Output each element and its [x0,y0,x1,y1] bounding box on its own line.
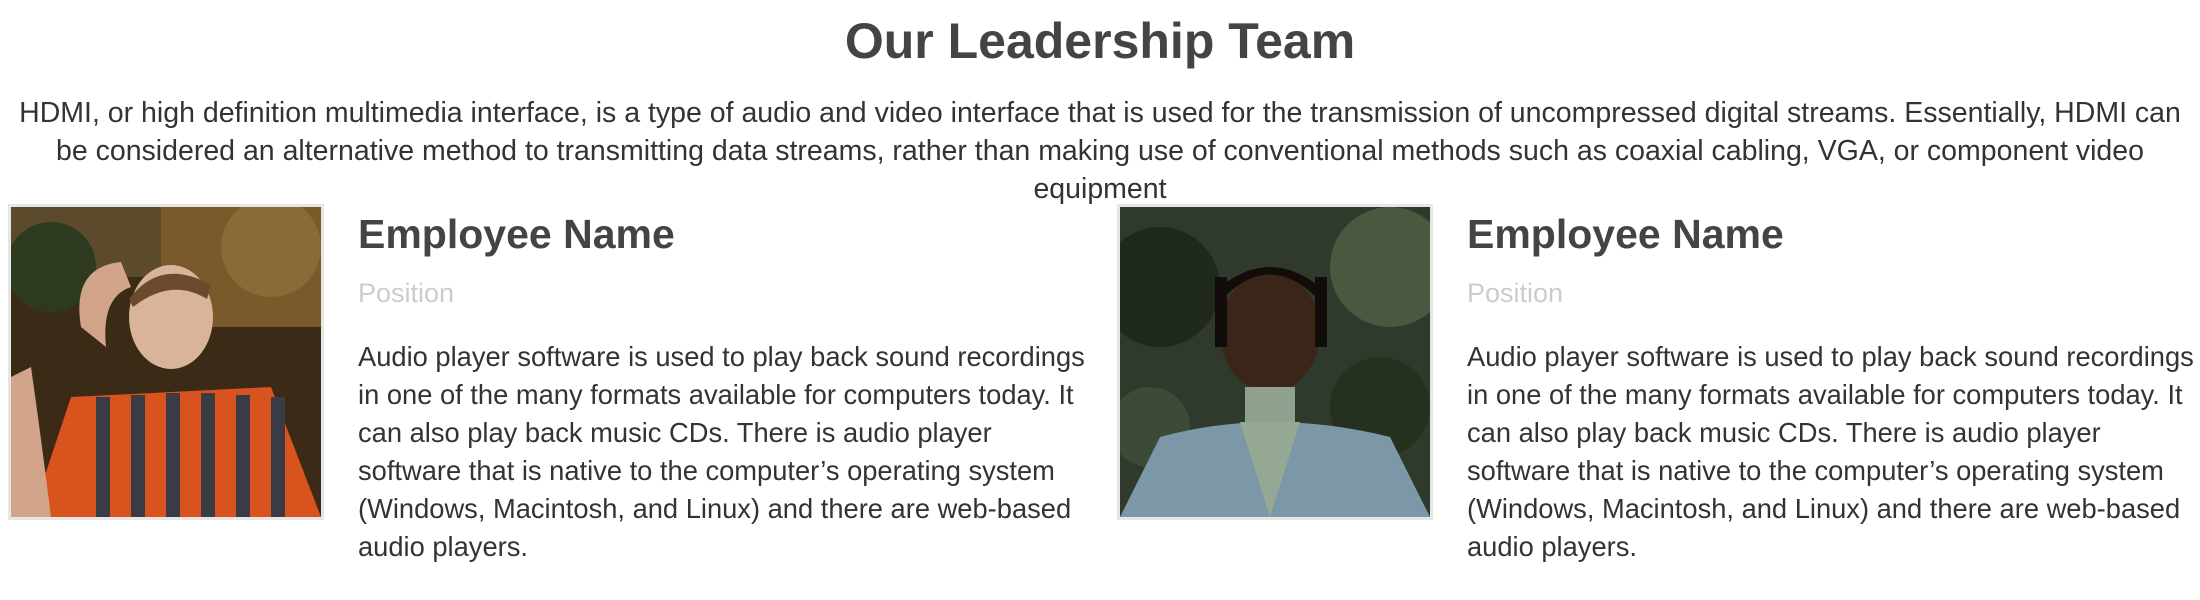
portrait-image [1120,207,1430,517]
team-member-card: Employee Name Position Audio player soft… [1117,202,2197,582]
member-info: Employee Name Position Audio player soft… [358,202,1085,566]
employee-position: Position [1467,278,1564,308]
employee-position: Position [358,278,455,308]
employee-photo [8,204,324,520]
employee-name: Employee Name [1467,211,1784,257]
intro-paragraph: HDMI, or high definition multimedia inte… [19,97,2181,205]
employee-photo [1117,204,1433,520]
employee-bio: Audio player software is used to play ba… [358,341,1085,562]
team-member-card: Employee Name Position Audio player soft… [8,202,1088,582]
member-info: Employee Name Position Audio player soft… [1467,202,2194,566]
employee-bio: Audio player software is used to play ba… [1467,341,2194,562]
employee-name: Employee Name [358,211,675,257]
page-title: Our Leadership Team [844,13,1356,69]
portrait-image [11,207,321,517]
